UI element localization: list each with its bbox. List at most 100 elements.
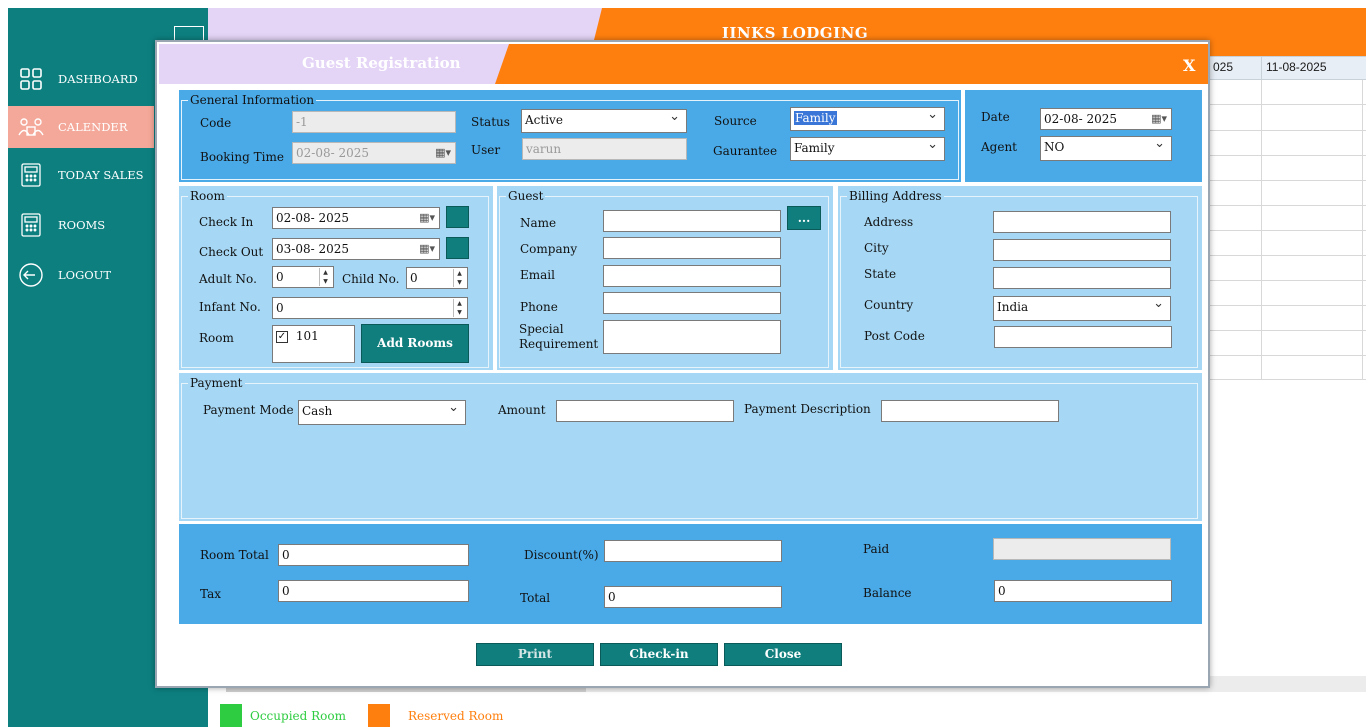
print-button[interactable]: Print	[476, 643, 594, 666]
email-label: Email	[520, 268, 555, 282]
calendar-dropdown-icon[interactable]: ▦▾	[419, 242, 435, 255]
calendar-dropdown-icon[interactable]: ▦▾	[1151, 112, 1167, 125]
nav-rooms[interactable]: ROOMS	[8, 204, 154, 246]
child-value: 0	[410, 271, 418, 285]
guest-name-field[interactable]	[603, 210, 781, 232]
spinner-arrows-icon[interactable]: ▲ ▼	[453, 299, 465, 317]
guest-title: Guest	[506, 189, 546, 203]
guarantee-select[interactable]: Family	[790, 137, 945, 161]
room-total-label: Room Total	[200, 548, 269, 562]
billing-panel: Billing Address Address City State Count…	[838, 186, 1202, 370]
amount-field[interactable]	[556, 400, 734, 422]
special-requirement-label: Special Requirement	[519, 322, 598, 352]
balance-field[interactable]: 0	[994, 580, 1172, 602]
user-field[interactable]: varun	[522, 138, 687, 160]
adult-stepper[interactable]: 0 ▲ ▼	[272, 266, 334, 288]
nav-dashboard[interactable]: DASHBOARD	[8, 58, 154, 100]
postcode-field[interactable]	[994, 326, 1172, 348]
dialog-close-button[interactable]: X	[1183, 56, 1195, 75]
occupied-legend-swatch	[220, 704, 242, 727]
payment-panel: Payment Payment Mode Cash Amount Payment…	[179, 373, 1202, 521]
total-field[interactable]: 0	[604, 586, 782, 608]
nav-today-sales-label: TODAY SALES	[58, 168, 144, 182]
state-label: State	[864, 267, 897, 281]
check-in-button[interactable]: Check-in	[600, 643, 718, 666]
add-rooms-button[interactable]: Add Rooms	[361, 324, 469, 363]
city-field[interactable]	[993, 239, 1171, 261]
child-label: Child No.	[342, 272, 400, 286]
source-select[interactable]: Family	[790, 107, 945, 131]
room-list[interactable]: ✓ 101	[272, 325, 355, 363]
phone-label: Phone	[520, 300, 558, 314]
payment-mode-select[interactable]: Cash	[298, 400, 466, 425]
status-label: Status	[471, 115, 510, 129]
adult-label: Adult No.	[199, 272, 257, 286]
booking-time-label: Booking Time	[200, 150, 284, 164]
child-stepper[interactable]: 0 ▲ ▼	[406, 267, 468, 289]
address-label: Address	[864, 215, 914, 229]
dialog-header-right	[495, 44, 1208, 84]
close-button[interactable]: Close	[724, 643, 842, 666]
state-field[interactable]	[993, 267, 1171, 289]
column-header: 025	[1208, 56, 1262, 80]
nav-calender[interactable]: CALENDER	[8, 106, 154, 148]
check-in-color-button[interactable]	[446, 206, 469, 228]
infant-stepper[interactable]: 0 ▲ ▼	[272, 297, 468, 319]
special-label-line2: Requirement	[519, 337, 599, 351]
booking-time-field[interactable]: 02-08- 2025 ▦▾	[292, 142, 456, 164]
paid-field[interactable]	[993, 538, 1171, 560]
nav-dashboard-label: DASHBOARD	[58, 72, 138, 86]
postcode-label: Post Code	[864, 329, 925, 343]
guest-registration-dialog: Guest Registration X General Information…	[155, 40, 1210, 688]
room-label: Room	[199, 331, 234, 345]
adult-value: 0	[276, 270, 284, 284]
special-requirement-field[interactable]	[603, 320, 781, 354]
payment-description-field[interactable]	[881, 400, 1059, 422]
reserved-legend-label: Reserved Room	[408, 709, 504, 723]
agent-select[interactable]: NO	[1040, 136, 1172, 161]
infant-value: 0	[276, 301, 284, 315]
room-total-field[interactable]: 0	[278, 544, 469, 566]
company-field[interactable]	[603, 237, 781, 259]
check-out-color-button[interactable]	[446, 237, 469, 259]
status-select[interactable]: Active	[521, 109, 687, 133]
calendar-dropdown-icon[interactable]: ▦▾	[435, 146, 451, 159]
code-field[interactable]: -1	[292, 111, 456, 133]
company-label: Company	[520, 242, 578, 256]
email-field[interactable]	[603, 265, 781, 287]
tax-label: Tax	[200, 587, 221, 601]
nav-calender-label: CALENDER	[58, 120, 128, 134]
check-in-label: Check In	[199, 215, 254, 229]
name-label: Name	[520, 216, 557, 230]
balance-label: Balance	[863, 586, 912, 600]
city-label: City	[864, 241, 889, 255]
nav-today-sales[interactable]: TODAY SALES	[8, 154, 154, 196]
total-label: Total	[520, 591, 551, 605]
discount-field[interactable]	[604, 540, 782, 562]
date-panel: Date 02-08- 2025 ▦▾ Agent NO	[965, 90, 1202, 182]
reserved-legend-swatch	[368, 704, 390, 727]
calendar-dropdown-icon[interactable]: ▦▾	[419, 211, 435, 224]
general-panel: General Information Code -1 Booking Time…	[179, 90, 961, 182]
country-select[interactable]: India	[993, 296, 1171, 321]
calculator-icon	[14, 161, 48, 189]
address-field[interactable]	[993, 211, 1171, 233]
spinner-arrows-icon[interactable]: ▲ ▼	[453, 269, 465, 287]
checkbox-checked-icon[interactable]: ✓	[276, 330, 288, 343]
general-title: General Information	[188, 93, 317, 107]
logout-icon	[14, 261, 48, 289]
calendar-grid: 025 11-08-2025	[1208, 56, 1366, 380]
check-in-value: 02-08- 2025	[276, 211, 350, 225]
spinner-arrows-icon[interactable]: ▲ ▼	[319, 268, 331, 286]
agent-label: Agent	[981, 140, 1017, 154]
check-out-field[interactable]: 03-08- 2025 ▦▾	[272, 238, 440, 260]
nav-logout[interactable]: LOGOUT	[8, 254, 154, 296]
user-label: User	[471, 143, 501, 157]
billing-title: Billing Address	[847, 189, 944, 203]
nav-logout-label: LOGOUT	[58, 268, 112, 282]
browse-guest-button[interactable]: ...	[787, 206, 821, 230]
phone-field[interactable]	[603, 292, 781, 314]
check-in-field[interactable]: 02-08- 2025 ▦▾	[272, 207, 440, 229]
tax-field[interactable]: 0	[278, 580, 469, 602]
date-field[interactable]: 02-08- 2025 ▦▾	[1040, 108, 1172, 130]
